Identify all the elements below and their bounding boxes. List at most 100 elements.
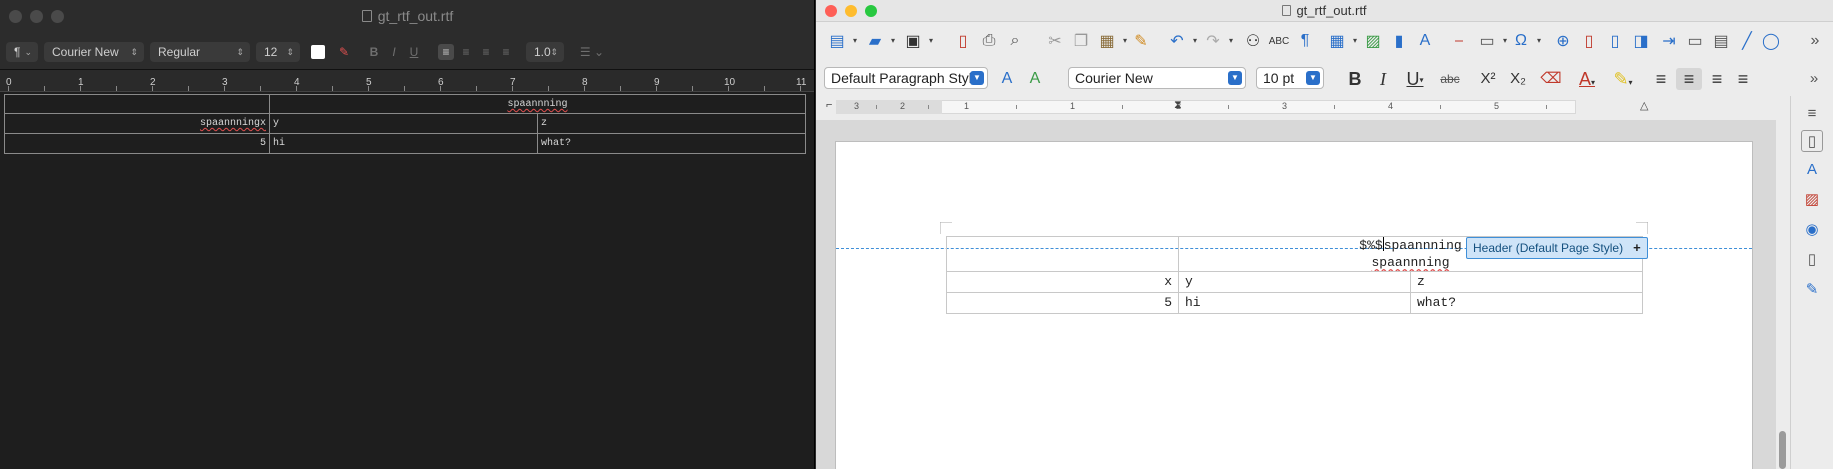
document-page[interactable]: $%$spaannning spaannning x y z 5 hi what… bbox=[836, 142, 1752, 469]
superscript-button[interactable]: X² bbox=[1476, 68, 1500, 90]
footnote-icon[interactable]: ▯ bbox=[1578, 30, 1600, 52]
list-bullets-icon[interactable]: ☰ ⌄ bbox=[578, 44, 606, 60]
font-family-popup[interactable]: Courier New ⇕ bbox=[44, 42, 144, 62]
justify-icon[interactable]: ≡ bbox=[1732, 68, 1754, 90]
table-cell[interactable]: x bbox=[946, 272, 1179, 292]
styles-icon[interactable]: A bbox=[1801, 158, 1823, 180]
insert-chart-icon[interactable]: ▮ bbox=[1388, 30, 1410, 52]
scrollbar-thumb[interactable] bbox=[1779, 431, 1786, 469]
toolbar-overflow-icon[interactable]: » bbox=[1804, 30, 1826, 52]
strikethrough-button[interactable]: abc bbox=[1436, 68, 1464, 90]
spelling-icon[interactable]: ABC bbox=[1268, 30, 1290, 52]
table-cell[interactable]: what? bbox=[1411, 293, 1643, 313]
save-icon[interactable]: ▣ ▾ bbox=[902, 30, 933, 52]
table-cell[interactable] bbox=[4, 95, 270, 113]
insert-table-icon[interactable]: ▦ ▾ bbox=[1326, 30, 1357, 52]
table-cell[interactable] bbox=[946, 237, 1179, 271]
textedit-table[interactable]: spaannning spaannningx y z 5 hi what? bbox=[4, 94, 806, 154]
toolbar-overflow-icon[interactable]: » bbox=[1804, 68, 1824, 90]
new-document-icon[interactable]: ▤ ▾ bbox=[826, 30, 857, 52]
bold-button[interactable]: B bbox=[366, 44, 382, 60]
align-center-icon[interactable]: ≡ bbox=[458, 44, 474, 60]
plus-icon[interactable]: + bbox=[1633, 240, 1641, 255]
table-cell[interactable]: what? bbox=[538, 134, 806, 153]
navigator-icon[interactable]: ◉ bbox=[1801, 218, 1823, 240]
page-icon[interactable]: ▯ bbox=[1801, 248, 1823, 270]
paragraph-style-popup[interactable]: ¶ ⌄ bbox=[6, 42, 38, 62]
align-left-icon[interactable]: ≡ bbox=[438, 44, 454, 60]
new-style-icon[interactable]: A bbox=[1024, 68, 1046, 90]
print-icon[interactable]: ⎙ bbox=[978, 30, 1000, 52]
font-size-popup[interactable]: 12 ⇕ bbox=[256, 42, 300, 62]
cross-reference-icon[interactable]: ⇥ bbox=[1658, 30, 1680, 52]
formatting-marks-icon[interactable]: ¶ bbox=[1294, 30, 1316, 52]
sidebar-menu-icon[interactable]: ≡ bbox=[1801, 102, 1823, 124]
table-cell[interactable]: spaannningx bbox=[4, 114, 270, 133]
subscript-button[interactable]: X₂ bbox=[1506, 68, 1530, 90]
clear-formatting-icon[interactable]: ⌫ bbox=[1540, 68, 1562, 90]
vertical-scrollbar[interactable] bbox=[1776, 96, 1790, 469]
ruler-tab-type-icon[interactable]: ⌐ bbox=[826, 99, 832, 111]
undo-icon[interactable]: ↶ ▾ bbox=[1166, 30, 1197, 52]
find-replace-icon[interactable]: ⚇ bbox=[1242, 30, 1264, 52]
ruler-indent-marker[interactable]: ⧗ bbox=[1174, 99, 1182, 112]
font-style-popup[interactable]: Regular ⇕ bbox=[150, 42, 250, 62]
table-cell[interactable]: z bbox=[538, 114, 806, 133]
table-cell[interactable]: 5 bbox=[946, 293, 1179, 313]
ruler-right-indent-marker[interactable]: △ bbox=[1640, 99, 1648, 112]
style-inspector-icon[interactable]: ✎ bbox=[1801, 278, 1823, 300]
bookmark-icon[interactable]: ◨ bbox=[1630, 30, 1652, 52]
comment-icon[interactable]: ▭ bbox=[1684, 30, 1706, 52]
insert-text-box-icon[interactable]: A bbox=[1414, 30, 1436, 52]
align-left-icon[interactable]: ≡ bbox=[1650, 68, 1672, 90]
table-cell[interactable]: y bbox=[270, 114, 538, 133]
italic-button[interactable]: I bbox=[386, 44, 402, 60]
textedit-ruler[interactable]: 0 1 2 3 4 5 6 7 8 9 10 11 bbox=[0, 70, 814, 92]
table-cell[interactable]: hi bbox=[270, 134, 538, 153]
cut-icon[interactable]: ✂ bbox=[1044, 30, 1066, 52]
insert-image-icon[interactable]: ▨ bbox=[1362, 30, 1384, 52]
clone-formatting-icon[interactable]: ✎ bbox=[1130, 30, 1152, 52]
highlighting-button[interactable]: ✎▾ bbox=[1608, 68, 1638, 90]
copy-icon[interactable]: ❐ bbox=[1070, 30, 1092, 52]
insert-shape-icon[interactable]: ◯ bbox=[1760, 30, 1782, 52]
table-cell[interactable]: hi bbox=[1179, 293, 1411, 313]
line-spacing-popup[interactable]: 1.0 ⇕ bbox=[526, 42, 564, 62]
text-color-well[interactable] bbox=[311, 45, 325, 59]
horizontal-ruler[interactable]: 3 2 1 1 2 3 4 5 ⧗ △ ⌐ bbox=[816, 96, 1816, 118]
chevron-down-icon[interactable]: ▼ bbox=[1228, 71, 1242, 85]
paragraph-style-field[interactable]: Default Paragraph Style ▼ bbox=[824, 67, 988, 89]
table-cell[interactable]: z bbox=[1411, 272, 1643, 292]
underline-button[interactable]: U▾ bbox=[1400, 68, 1430, 90]
gallery-icon[interactable]: ▨ bbox=[1801, 188, 1823, 210]
properties-icon[interactable]: ▯ bbox=[1801, 130, 1823, 152]
align-right-icon[interactable]: ≡ bbox=[478, 44, 494, 60]
align-right-icon[interactable]: ≡ bbox=[1706, 68, 1728, 90]
open-folder-icon[interactable]: ▰ ▾ bbox=[864, 30, 895, 52]
page-break-icon[interactable]: ⎯ bbox=[1448, 30, 1470, 52]
underline-button[interactable]: U bbox=[406, 44, 422, 60]
highlight-color-icon[interactable]: ✎ bbox=[336, 44, 352, 60]
header-tag-button[interactable]: Header (Default Page Style) + bbox=[1466, 237, 1648, 259]
bold-button[interactable]: B bbox=[1344, 68, 1366, 90]
hyperlink-icon[interactable]: ⊕ bbox=[1552, 30, 1574, 52]
table-cell[interactable]: y bbox=[1179, 272, 1411, 292]
justify-icon[interactable]: ≡ bbox=[498, 44, 514, 60]
chevron-down-icon[interactable]: ▼ bbox=[1306, 71, 1320, 85]
print-preview-icon[interactable]: ⌕ bbox=[1004, 30, 1026, 52]
insert-field-icon[interactable]: ▭ ▾ bbox=[1476, 30, 1507, 52]
align-center-icon[interactable]: ≡ bbox=[1676, 68, 1702, 90]
endnote-icon[interactable]: ▯ bbox=[1604, 30, 1626, 52]
track-changes-icon[interactable]: ▤ bbox=[1710, 30, 1732, 52]
export-pdf-icon[interactable]: ▯ bbox=[952, 30, 974, 52]
font-size-field[interactable]: 10 pt ▼ bbox=[1256, 67, 1324, 89]
special-character-icon[interactable]: Ω ▾ bbox=[1510, 30, 1541, 52]
insert-line-icon[interactable]: ╱ bbox=[1736, 30, 1758, 52]
redo-icon[interactable]: ↷ ▾ bbox=[1202, 30, 1233, 52]
italic-button[interactable]: I bbox=[1372, 68, 1394, 90]
paste-icon[interactable]: ▦ ▾ bbox=[1096, 30, 1127, 52]
font-color-button[interactable]: A▾ bbox=[1572, 68, 1602, 90]
table-cell[interactable]: spaannning bbox=[270, 95, 806, 113]
font-name-field[interactable]: Courier New ▼ bbox=[1068, 67, 1246, 89]
table-cell[interactable]: 5 bbox=[4, 134, 270, 153]
